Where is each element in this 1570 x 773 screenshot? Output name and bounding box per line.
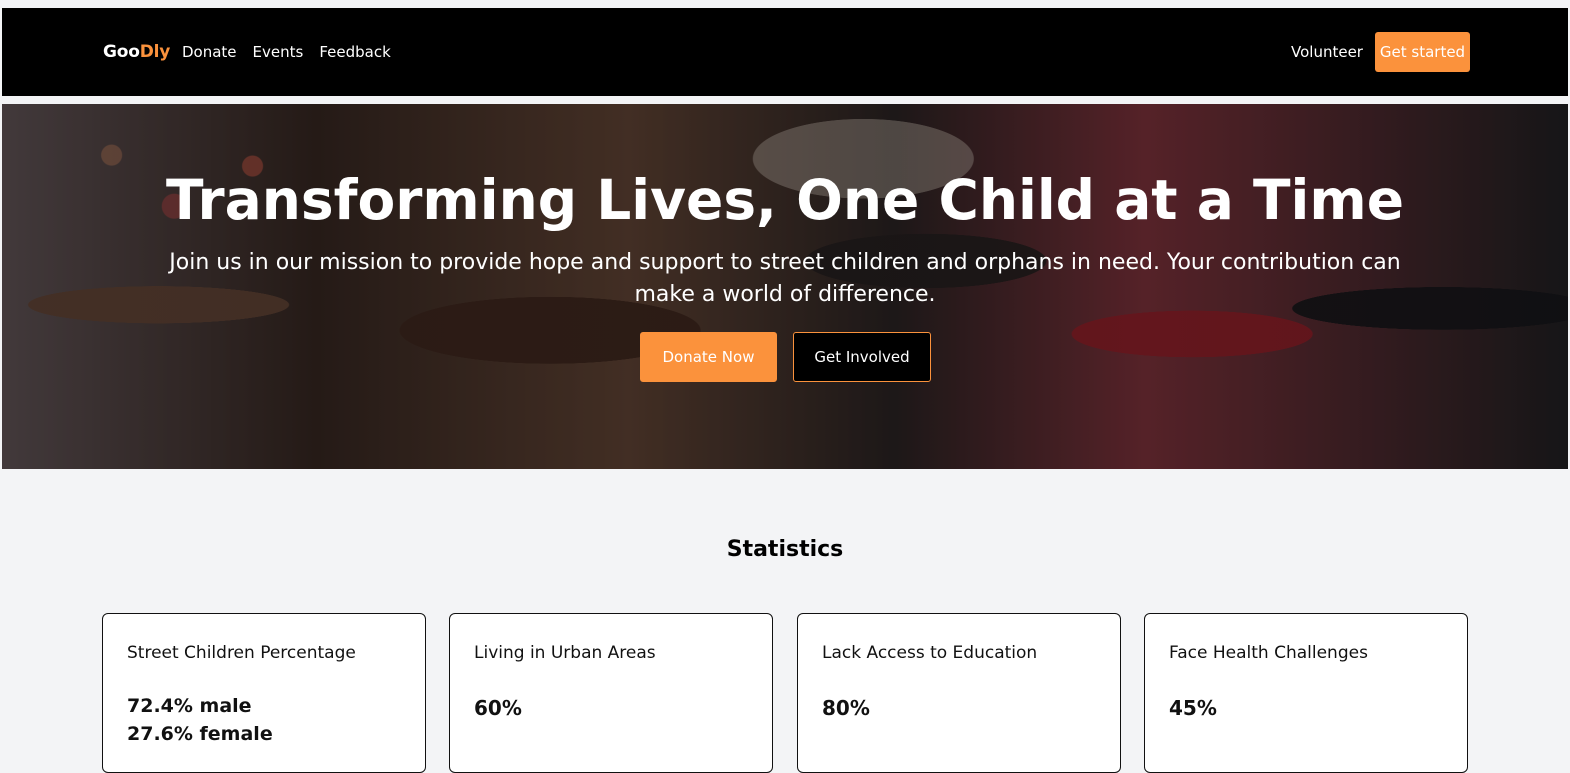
brand-logo[interactable]: GooDly (103, 42, 170, 62)
stat-values: 72.4% male 27.6% female (127, 692, 273, 748)
stat-label: Living in Urban Areas (474, 643, 656, 663)
statistics-title: Statistics (726, 537, 844, 562)
nav-link-volunteer[interactable]: Volunteer (1291, 43, 1363, 61)
hero-subtitle: Join us in our mission to provide hope a… (169, 250, 1401, 307)
nav-link-donate[interactable]: Donate (182, 43, 237, 61)
stat-value: 80% (822, 696, 870, 720)
nav-link-feedback[interactable]: Feedback (319, 43, 390, 61)
top-navigation: GooDly Donate Events Feedback Volunteer … (2, 8, 1568, 96)
nav-link-events[interactable]: Events (253, 43, 304, 61)
stat-card-street-children: Street Children Percentage 72.4% male 27… (102, 613, 426, 773)
statistics-section: Statistics Street Children Percentage 72… (0, 469, 1570, 773)
hero-banner: Transforming Lives, One Child at a Time … (2, 104, 1568, 469)
donate-now-button[interactable]: Donate Now (640, 332, 777, 382)
stat-label: Lack Access to Education (822, 643, 1038, 663)
stat-value: 45% (1169, 696, 1217, 720)
get-involved-button[interactable]: Get Involved (793, 332, 931, 382)
hero-title: Transforming Lives, One Child at a Time (165, 168, 1404, 232)
stat-card-urban-areas: Living in Urban Areas 60% (449, 613, 773, 773)
stat-value-male: 72.4% male (127, 695, 252, 717)
stat-value: 60% (474, 696, 522, 720)
brand-accent: Dly (139, 42, 171, 62)
stat-label: Face Health Challenges (1169, 643, 1368, 663)
stat-value-female: 27.6% female (127, 723, 273, 745)
stat-label: Street Children Percentage (127, 643, 356, 663)
stat-card-health-challenges: Face Health Challenges 45% (1144, 613, 1468, 773)
primary-nav: Donate Events Feedback (182, 43, 391, 61)
brand-prefix: Goo (103, 42, 140, 62)
stat-card-education-access: Lack Access to Education 80% (797, 613, 1121, 773)
get-started-button[interactable]: Get started (1375, 32, 1470, 72)
